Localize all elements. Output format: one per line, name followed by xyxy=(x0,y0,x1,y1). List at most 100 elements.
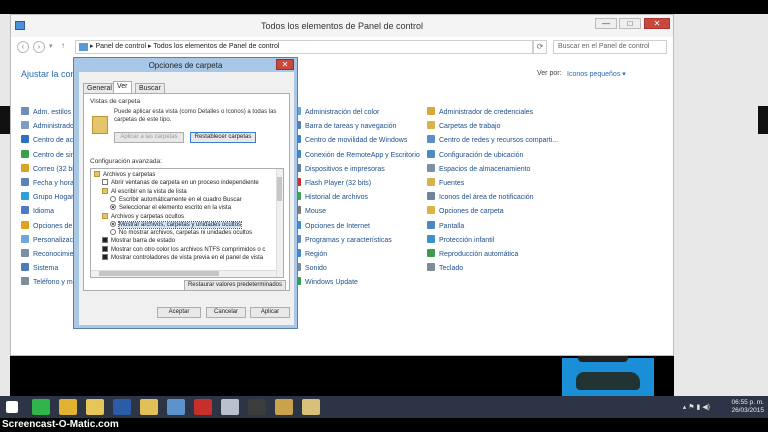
control-panel-item[interactable]: Configuración de ubicación xyxy=(427,149,523,162)
tree-horizontal-scrollbar[interactable] xyxy=(91,270,276,277)
control-panel-item[interactable]: Carpetas de trabajo xyxy=(427,121,500,133)
control-panel-icon[interactable] xyxy=(167,399,185,415)
tree-item[interactable]: Mostrar controladores de vista previa en… xyxy=(102,254,263,262)
advanced-settings-tree[interactable]: Archivos y carpetas Abrir ventanas de car… xyxy=(90,168,284,278)
tree-item[interactable]: Mostrar con otro color los archivos NTFS… xyxy=(102,245,265,254)
radio-button[interactable] xyxy=(110,195,116,202)
control-panel-item[interactable]: Historial de archivos xyxy=(293,192,368,204)
cancel-button[interactable]: Cancelar xyxy=(206,307,246,318)
refresh-button[interactable]: ⟳ xyxy=(533,40,547,54)
radio-button[interactable] xyxy=(110,220,116,227)
control-panel-item[interactable]: Sistema xyxy=(21,263,58,275)
control-panel-item[interactable]: Dispositivos e impresoras xyxy=(293,163,385,176)
control-panel-item[interactable]: Grupo Hogar xyxy=(21,192,73,204)
tree-item[interactable]: Escribir automáticamente en el cuadro Bu… xyxy=(110,195,242,204)
advanced-settings-label: Configuración avanzada: xyxy=(90,158,162,165)
control-panel-item[interactable]: Centro de movilidad de Windows xyxy=(293,135,407,147)
control-panel-item[interactable]: Centro de acc xyxy=(21,135,77,147)
tree-item[interactable]: Al escribir en la vista de lista xyxy=(102,187,187,196)
checkbox[interactable] xyxy=(102,179,108,186)
tab-general[interactable]: General xyxy=(83,83,116,93)
control-panel-item[interactable]: Centro de redes y recursos comparti... xyxy=(427,135,558,147)
dialog-close-button[interactable]: ✕ xyxy=(276,59,294,70)
files-icon[interactable] xyxy=(302,399,320,415)
system-tray-icons[interactable]: ▴ ⚑ ▮ ◀) xyxy=(683,403,710,411)
control-panel-item[interactable]: Fecha y hora xyxy=(21,178,74,190)
checkbox[interactable] xyxy=(102,254,108,260)
paint-icon[interactable] xyxy=(275,399,293,415)
tree-vertical-scrollbar[interactable] xyxy=(276,169,283,277)
tab-buscar[interactable]: Buscar xyxy=(135,83,165,93)
tree-item[interactable]: Archivos y carpetas xyxy=(94,171,155,179)
address-bar[interactable]: ▸ Panel de control ▸ Todos los elementos… xyxy=(75,40,533,54)
checkbox[interactable] xyxy=(102,237,108,244)
folder-icon xyxy=(102,187,108,194)
apply-button[interactable]: Aplicar xyxy=(250,307,290,318)
recorder-icon[interactable] xyxy=(248,399,266,415)
ok-button[interactable]: Aceptar xyxy=(157,307,201,318)
tab-ver[interactable]: Ver xyxy=(113,81,132,93)
clock[interactable]: 06:55 p. m. 26/03/2015 xyxy=(731,399,764,415)
acrobat-icon[interactable] xyxy=(194,399,212,415)
tree-vertical-thumb[interactable] xyxy=(277,177,282,201)
control-panel-item[interactable]: Idioma xyxy=(21,206,54,218)
control-panel-item[interactable]: Reconocimien xyxy=(21,249,77,261)
control-panel-item[interactable]: Programas y características xyxy=(293,234,392,247)
start-icon[interactable] xyxy=(6,401,18,413)
control-panel-item[interactable]: Teclado xyxy=(427,263,463,275)
control-panel-item[interactable]: Opciones de Internet xyxy=(293,220,370,233)
control-panel-item[interactable]: Espacios de almacenamiento xyxy=(427,163,530,176)
control-panel-item[interactable]: Sonido xyxy=(293,263,327,275)
control-panel-item[interactable]: Pantalla xyxy=(427,220,464,233)
search-input[interactable]: Buscar en el Panel de control xyxy=(553,40,667,54)
radio-button[interactable] xyxy=(110,204,116,211)
tree-item[interactable]: No mostrar archivos, carpetas ni unidade… xyxy=(110,229,252,237)
reset-folders-button[interactable]: Restablecer carpetas xyxy=(190,132,256,143)
control-panel-item[interactable]: Administrado xyxy=(21,121,74,133)
checkbox[interactable] xyxy=(102,245,108,252)
control-panel-item[interactable]: Teléfono y mo xyxy=(21,277,77,289)
spotify-icon[interactable] xyxy=(32,399,50,415)
control-panel-item[interactable]: Correo (32 bit xyxy=(21,163,76,176)
tree-item[interactable]: Seleccionar el elemento escrito en la vi… xyxy=(110,204,231,212)
control-panel-item[interactable]: Administración del color xyxy=(293,107,379,119)
control-panel-item[interactable]: Conexión de RemoteApp y Escritorio xyxy=(293,149,420,162)
minimize-button[interactable]: — xyxy=(595,18,617,29)
up-arrow-icon[interactable]: ↑ xyxy=(61,41,65,50)
tree-item[interactable]: Mostrar archivos, carpetas y unidades oc… xyxy=(110,220,243,229)
control-panel-item[interactable]: Adm. estilos t xyxy=(21,107,75,119)
item-icon xyxy=(21,163,29,172)
close-button[interactable]: ✕ xyxy=(644,18,670,29)
item-label: Administrado xyxy=(33,123,74,131)
control-panel-item[interactable]: Flash Player (32 bits) xyxy=(293,178,371,190)
tree-item[interactable]: Abrir ventanas de carpeta en un proceso … xyxy=(102,179,259,187)
back-button[interactable]: ‹ xyxy=(17,41,29,53)
control-panel-item[interactable]: Barra de tareas y navegación xyxy=(293,121,396,133)
control-panel-item[interactable]: Centro de sinc xyxy=(21,149,78,162)
word-icon[interactable] xyxy=(113,399,131,415)
restore-defaults-button[interactable]: Restaurar valores predeterminados xyxy=(184,280,286,291)
control-panel-item[interactable]: Opciones de e xyxy=(21,220,78,233)
tree-item[interactable]: Mostrar barra de estado xyxy=(102,237,175,245)
apply-to-folders-button[interactable]: Aplicar a las carpetas xyxy=(114,132,184,143)
tree-item[interactable]: Archivos y carpetas ocultos xyxy=(102,212,184,221)
view-by-dropdown[interactable]: Iconos pequeños ▾ xyxy=(567,70,626,78)
chrome-icon[interactable] xyxy=(59,399,77,415)
folder-icon[interactable] xyxy=(140,399,158,415)
control-panel-item[interactable]: Reproducción automática xyxy=(427,249,518,261)
control-panel-item[interactable]: Administrador de credenciales xyxy=(427,107,533,119)
control-panel-item[interactable]: Región xyxy=(293,249,327,261)
history-dropdown-icon[interactable]: ▾ xyxy=(49,42,53,50)
control-panel-item[interactable]: Windows Update xyxy=(293,277,358,289)
forward-button[interactable]: › xyxy=(33,41,45,53)
radio-button[interactable] xyxy=(110,229,116,236)
app-icon[interactable] xyxy=(221,399,239,415)
tree-horizontal-thumb[interactable] xyxy=(99,271,219,276)
maximize-button[interactable]: □ xyxy=(619,18,641,29)
control-panel-item[interactable]: Iconos del área de notificación xyxy=(427,192,534,204)
control-panel-item[interactable]: Protección infantil xyxy=(427,234,494,247)
control-panel-item[interactable]: Personalizació xyxy=(21,234,79,247)
control-panel-item[interactable]: Opciones de carpeta xyxy=(427,206,504,218)
explorer-icon[interactable] xyxy=(86,399,104,415)
control-panel-item[interactable]: Fuentes xyxy=(427,178,464,190)
